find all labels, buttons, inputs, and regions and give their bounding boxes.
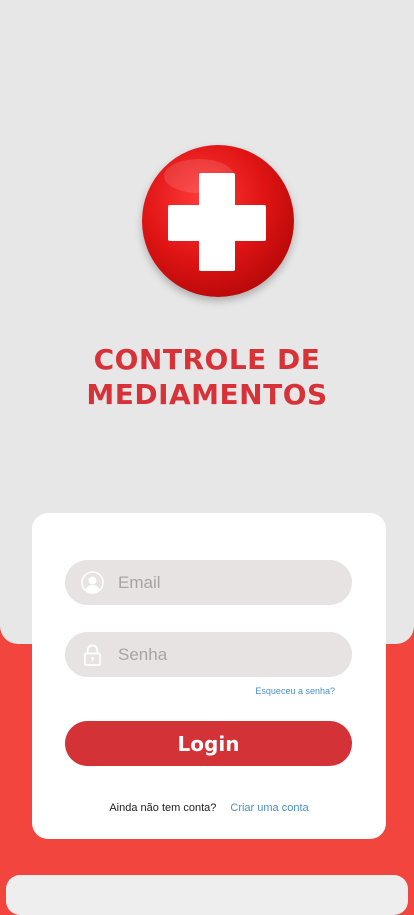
login-button[interactable]: Login [65,721,352,766]
create-account-link[interactable]: Criar uma conta [230,802,308,814]
email-placeholder: Email [118,573,161,592]
red-cross-icon [142,145,294,297]
password-field[interactable]: Senha [65,632,352,677]
no-account-text: Ainda não tem conta? [109,802,217,814]
forgot-password-link[interactable]: Esqueceu a senha? [255,686,335,696]
app-title: CONTROLE DE MEDIAMENTOS [0,342,414,412]
password-placeholder: Senha [118,645,168,664]
lock-icon [81,643,104,666]
signup-prompt: Ainda não tem conta? Criar uma conta [32,802,386,814]
bottom-bar [6,875,408,915]
app-title-line2: MEDIAMENTOS [86,378,328,411]
cross-horizontal-bar [168,205,266,241]
user-icon [81,571,104,594]
email-field[interactable]: Email [65,560,352,605]
app-title-line1: CONTROLE DE [93,343,321,376]
login-card: Email Senha Esqueceu a senha? Login Aind… [32,513,386,839]
